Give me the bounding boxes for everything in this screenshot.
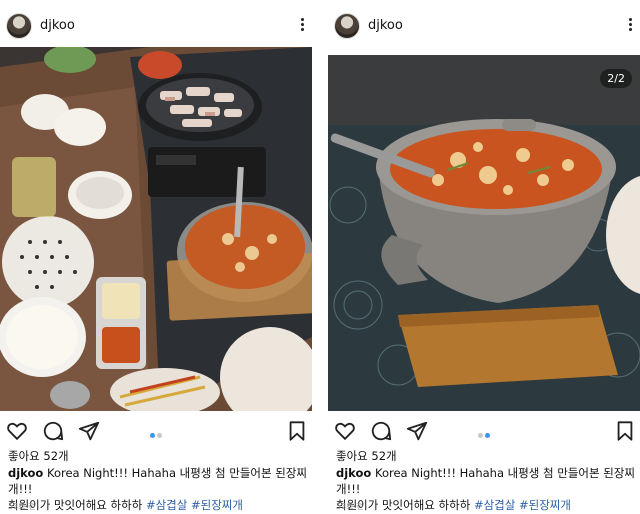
heart-icon[interactable] [334, 420, 356, 442]
hashtag-link[interactable]: #된장찌개 [191, 498, 243, 512]
caption-username[interactable]: djkoo [336, 466, 371, 480]
caption-text-line1: Korea Night!!! Hahaha 내평생 첨 만들어본 된장찌개!!! [336, 466, 635, 496]
post-photo[interactable] [0, 47, 312, 411]
heart-icon[interactable] [6, 420, 28, 442]
caption-username[interactable]: djkoo [8, 466, 43, 480]
post-left: djkoo 좋아요 52개 djkoo Korea Night!!! Hahah… [0, 0, 312, 514]
more-options-icon[interactable] [622, 14, 638, 34]
post-header: djkoo [0, 0, 312, 46]
caption-text-line1: Korea Night!!! Hahaha 내평생 첨 만들어본 된장찌개!!! [8, 466, 307, 496]
comment-icon[interactable] [370, 420, 392, 442]
hashtag-link[interactable]: #된장찌개 [519, 498, 571, 512]
hashtag-link[interactable]: #삼겹살 [146, 498, 187, 512]
post-caption: djkoo Korea Night!!! Hahaha 내평생 첨 만들어본 된… [8, 465, 308, 513]
food-table-photo [0, 47, 312, 411]
likes-count[interactable]: 좋아요 52개 [336, 448, 397, 464]
timestamp: 53초 전 [336, 502, 364, 511]
send-icon[interactable] [78, 420, 100, 442]
comment-icon[interactable] [42, 420, 64, 442]
carousel-dots [149, 423, 163, 442]
username[interactable]: djkoo [368, 18, 403, 33]
image-counter: 2/2 [600, 69, 632, 88]
stew-pot-photo [328, 55, 640, 411]
hashtag-link[interactable]: #삼겹살 [474, 498, 515, 512]
post-photo[interactable]: 2/2 [328, 55, 640, 411]
timestamp: 53초 전 [8, 502, 36, 511]
carousel-dots [477, 423, 491, 442]
more-options-icon[interactable] [294, 14, 310, 34]
post-caption: djkoo Korea Night!!! Hahaha 내평생 첨 만들어본 된… [336, 465, 636, 513]
post-header: djkoo [328, 0, 640, 46]
send-icon[interactable] [406, 420, 428, 442]
bookmark-icon[interactable] [614, 420, 636, 442]
bookmark-icon[interactable] [286, 420, 308, 442]
username[interactable]: djkoo [40, 18, 75, 33]
likes-count[interactable]: 좋아요 52개 [8, 448, 69, 464]
avatar[interactable] [334, 13, 360, 39]
post-right: djkoo 2/2 좋아요 52개 djkoo Korea Night!!! H… [328, 0, 640, 514]
avatar[interactable] [6, 13, 32, 39]
